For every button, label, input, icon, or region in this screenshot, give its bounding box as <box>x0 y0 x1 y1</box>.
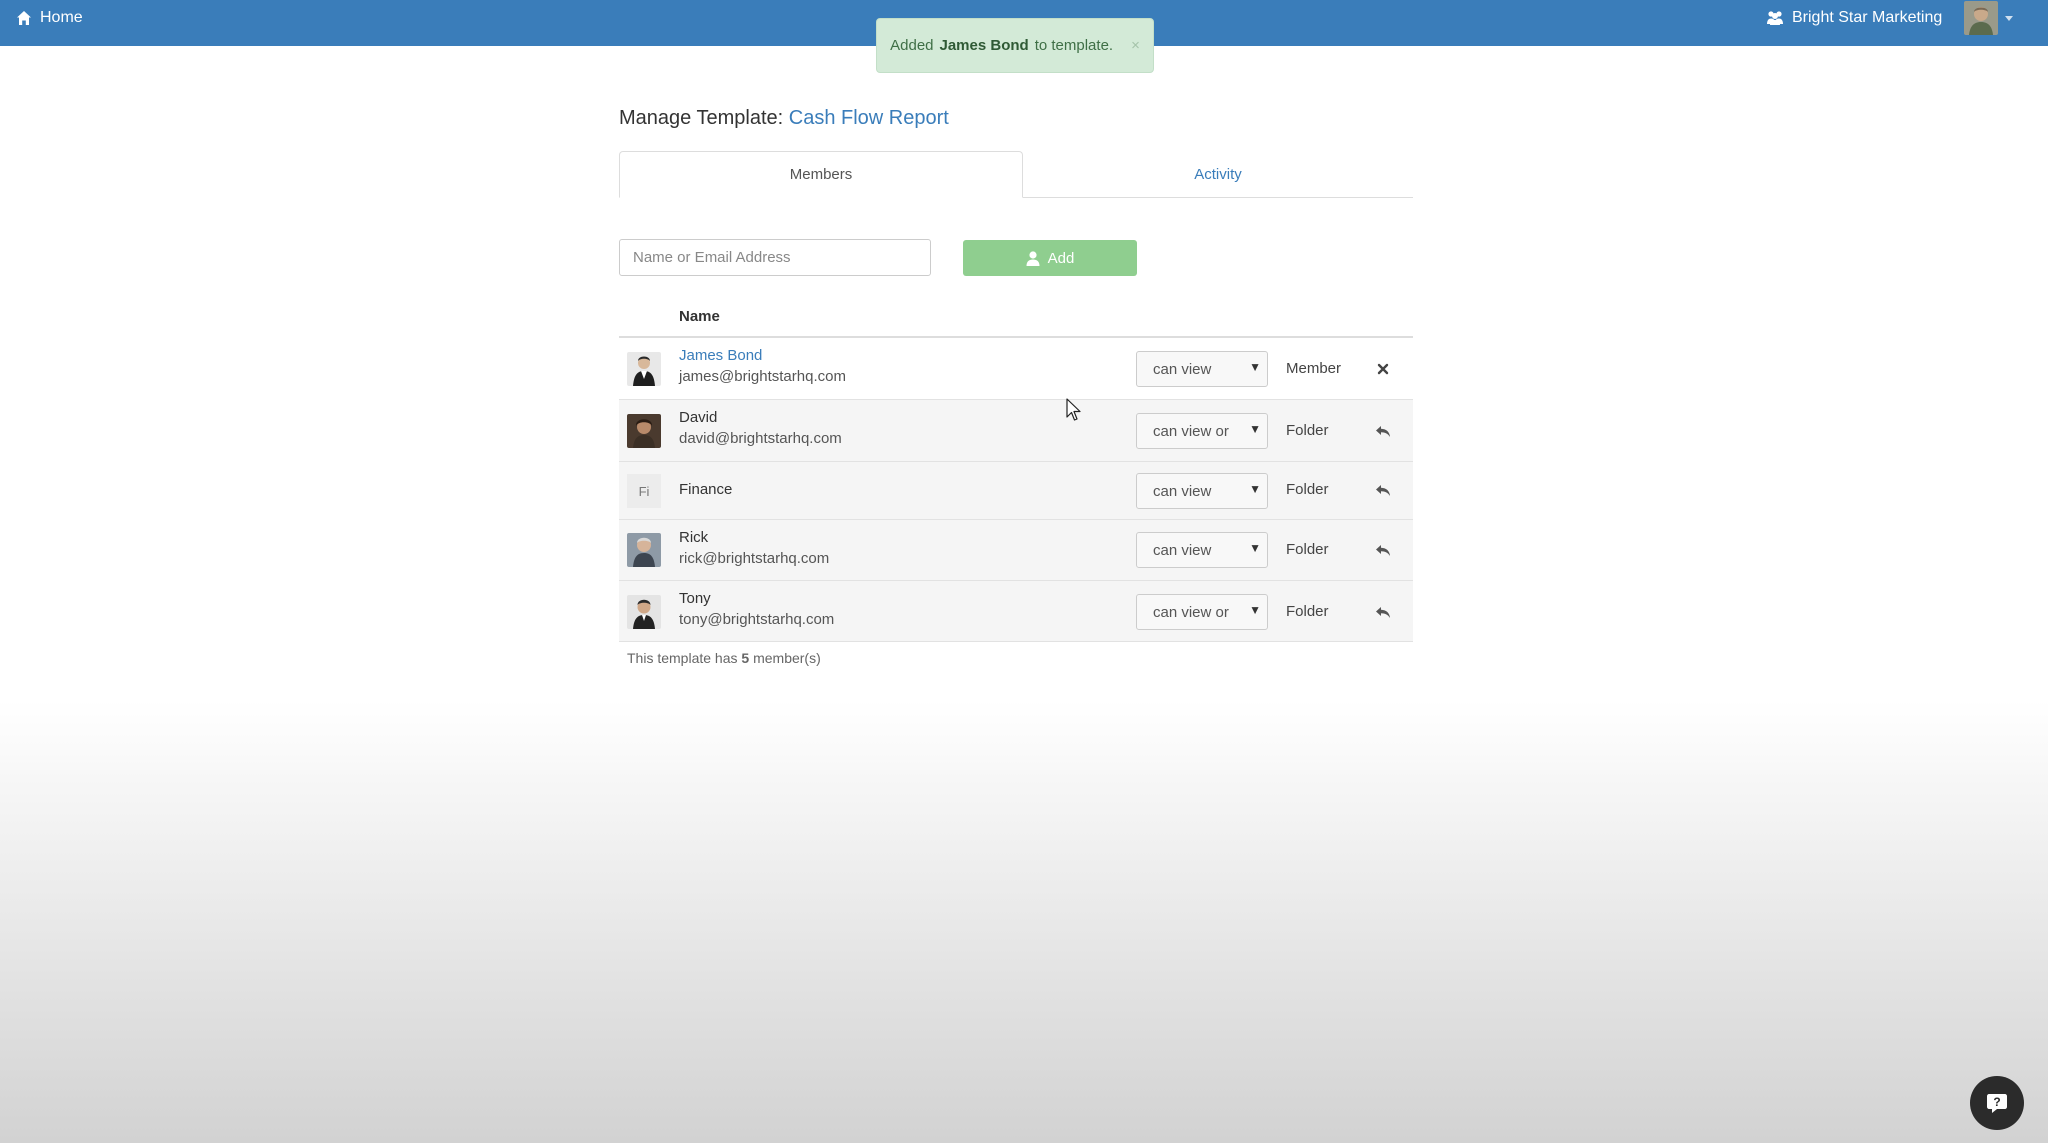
group-icon <box>1767 11 1783 25</box>
remove-icon[interactable] <box>1371 357 1395 381</box>
user-avatar <box>1964 1 1998 35</box>
avatar <box>627 414 661 448</box>
caret-down-icon: ▼ <box>1249 482 1261 496</box>
permission-value: can view or <box>1153 604 1229 621</box>
table-row: Fi Finance can view ▼ Folder <box>619 462 1413 520</box>
member-name: Finance <box>679 481 733 498</box>
home-icon <box>17 11 31 25</box>
members-table: Name James Bond james@brightstarhq.com c… <box>619 300 1413 642</box>
avatar <box>627 352 661 386</box>
member-role: Member <box>1286 360 1342 377</box>
member-count-text: This template has 5 member(s) <box>627 650 821 666</box>
table-row: James Bond james@brightstarhq.com can vi… <box>619 338 1413 400</box>
toast-member-name: James Bond <box>939 37 1029 54</box>
member-email: james@brightstarhq.com <box>679 368 846 385</box>
avatar <box>627 595 661 629</box>
reply-icon[interactable] <box>1371 538 1395 562</box>
table-row: David david@brightstarhq.com can view or… <box>619 400 1413 462</box>
permission-select[interactable]: can view or ▼ <box>1136 594 1268 630</box>
member-name[interactable]: James Bond <box>679 347 762 364</box>
avatar <box>627 533 661 567</box>
permission-value: can view or <box>1153 423 1229 440</box>
table-row: Rick rick@brightstarhq.com can view ▼ Fo… <box>619 520 1413 581</box>
toast-suffix: to template. <box>1034 37 1114 54</box>
mouse-cursor-icon <box>1066 398 1081 421</box>
member-count-suffix: member(s) <box>753 650 821 666</box>
member-role: Folder <box>1286 481 1329 498</box>
permission-select[interactable]: can view ▼ <box>1136 473 1268 509</box>
help-icon: ? <box>1987 1094 2007 1113</box>
close-icon[interactable]: × <box>1131 37 1140 54</box>
member-role: Folder <box>1286 422 1329 439</box>
add-button-label: Add <box>1047 249 1075 267</box>
template-name: Cash Flow Report <box>788 107 949 129</box>
tab-activity[interactable]: Activity <box>1023 151 1413 197</box>
table-row: Tony tony@brightstarhq.com can view or ▼… <box>619 581 1413 642</box>
add-member-button[interactable]: Add <box>963 240 1137 276</box>
caret-down-icon: ▼ <box>1249 422 1261 436</box>
member-name: Rick <box>679 529 709 546</box>
caret-down-icon: ▼ <box>1249 360 1261 374</box>
user-icon <box>1026 250 1040 266</box>
member-email: tony@brightstarhq.com <box>679 611 835 628</box>
avatar: Fi <box>627 474 661 508</box>
reply-icon[interactable] <box>1371 478 1395 502</box>
toast-prefix: Added <box>890 37 934 54</box>
page-title-prefix: Manage Template: <box>619 107 784 129</box>
success-toast: Added James Bond to template. × <box>876 18 1154 73</box>
help-chat-button[interactable]: ? <box>1970 1076 2024 1130</box>
caret-down-icon: ▼ <box>1249 541 1261 555</box>
permission-select[interactable]: can view or ▼ <box>1136 413 1268 449</box>
column-name-header: Name <box>679 308 720 325</box>
permission-value: can view <box>1153 483 1212 500</box>
home-link[interactable]: Home <box>16 0 83 36</box>
member-email: david@brightstarhq.com <box>679 430 842 447</box>
home-label: Home <box>40 9 83 26</box>
chevron-down-icon <box>2005 16 2013 21</box>
reply-icon[interactable] <box>1371 419 1395 443</box>
permission-value: can view <box>1153 542 1212 559</box>
member-name: David <box>679 409 718 426</box>
permission-value: can view <box>1153 361 1212 378</box>
tab-bar: Members Activity <box>619 151 1413 198</box>
member-count-prefix: This template has <box>627 650 738 666</box>
member-role: Folder <box>1286 603 1329 620</box>
member-email: rick@brightstarhq.com <box>679 550 830 567</box>
member-role: Folder <box>1286 541 1329 558</box>
page-title: Manage Template: Cash Flow Report <box>619 107 949 130</box>
member-count: 5 <box>741 650 750 666</box>
svg-text:?: ? <box>1993 1095 2000 1109</box>
table-header: Name <box>619 300 1413 338</box>
member-search-input[interactable] <box>619 239 931 276</box>
caret-down-icon: ▼ <box>1249 603 1261 617</box>
member-name: Tony <box>679 590 711 607</box>
reply-icon[interactable] <box>1371 600 1395 624</box>
company-switcher[interactable]: Bright Star Marketing <box>1766 0 1942 36</box>
company-name: Bright Star Marketing <box>1792 9 1943 26</box>
permission-select[interactable]: can view ▼ <box>1136 532 1268 568</box>
permission-select[interactable]: can view ▼ <box>1136 351 1268 387</box>
tab-members[interactable]: Members <box>619 151 1023 198</box>
user-menu[interactable] <box>1964 0 2014 36</box>
